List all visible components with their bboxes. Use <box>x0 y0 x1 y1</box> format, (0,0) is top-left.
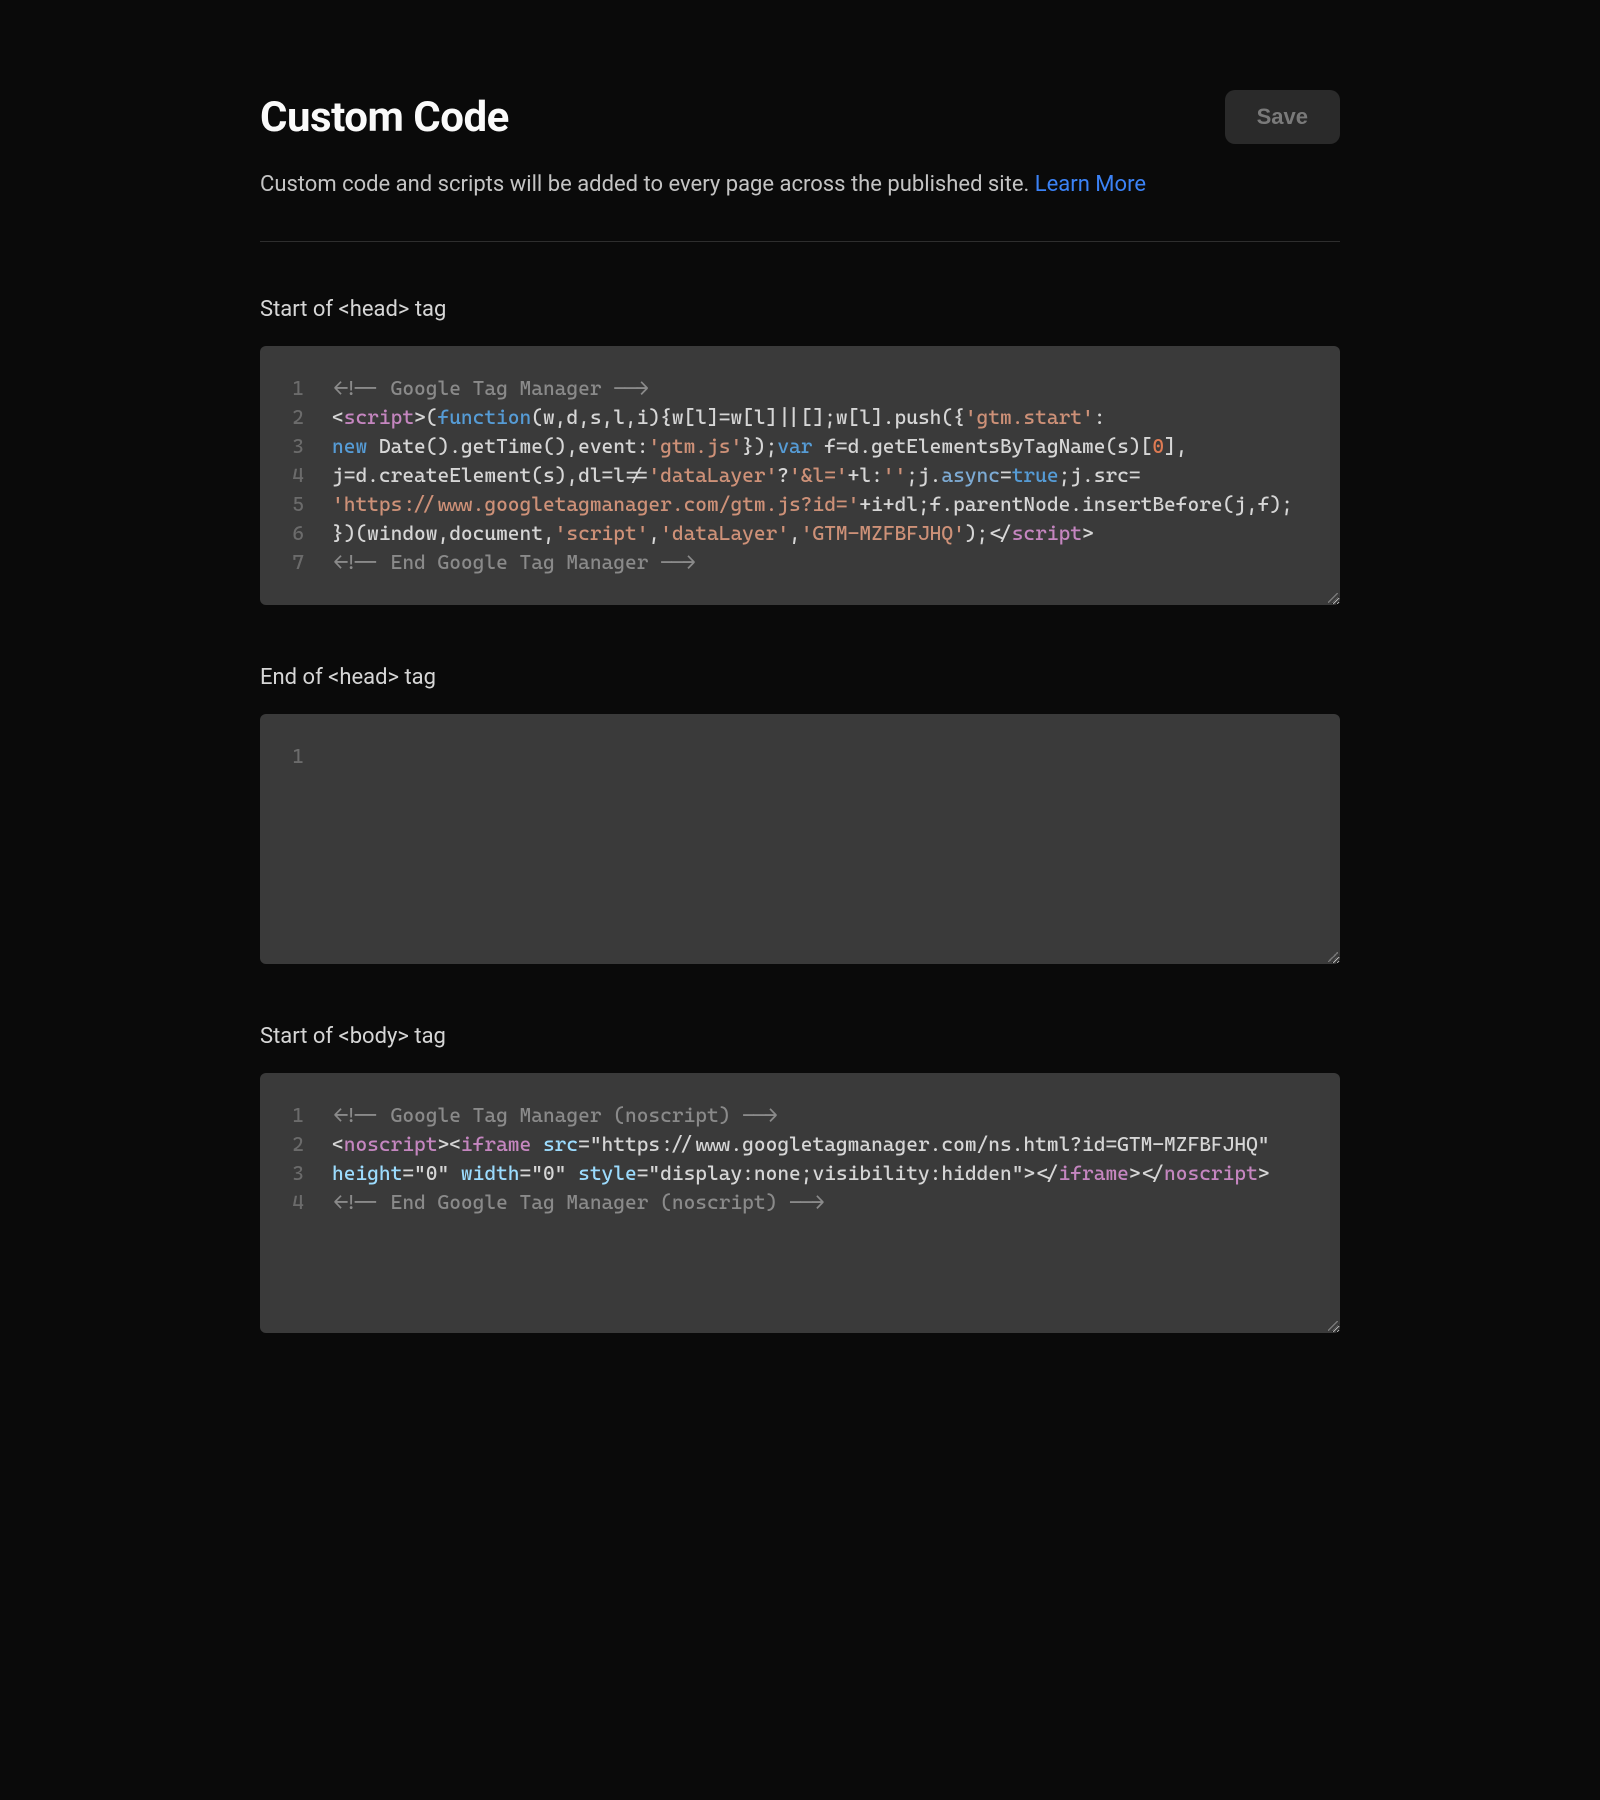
description-text: Custom code and scripts will be added to… <box>260 172 1035 197</box>
line-number: 3 <box>260 432 332 461</box>
line-content: <!-- Google Tag Manager --> <box>332 374 1314 403</box>
line-number: 1 <box>260 1101 332 1130</box>
code-line: 3new Date().getTime(),event:'gtm.js'});v… <box>260 432 1314 461</box>
page-title: Custom Code <box>260 93 509 142</box>
line-number: 6 <box>260 519 332 548</box>
save-button[interactable]: Save <box>1225 90 1340 144</box>
code-editor-body-start[interactable]: 1<!-- Google Tag Manager (noscript) -->2… <box>260 1073 1340 1333</box>
line-number: 4 <box>260 461 332 490</box>
code-line: 4j=d.createElement(s),dl=l!='dataLayer'?… <box>260 461 1314 490</box>
line-content: <!-- End Google Tag Manager --> <box>332 548 1314 577</box>
section-label-body-start: Start of <body> tag <box>260 1024 1340 1049</box>
section-divider <box>260 241 1340 242</box>
line-content: <script>(function(w,d,s,l,i){w[l]=w[l]||… <box>332 403 1314 432</box>
code-line: 4<!-- End Google Tag Manager (noscript) … <box>260 1188 1314 1217</box>
code-line: 7<!-- End Google Tag Manager --> <box>260 548 1314 577</box>
line-content: <noscript><iframe src="https://www.googl… <box>332 1130 1314 1159</box>
line-number: 4 <box>260 1188 332 1217</box>
code-line: 1<!-- Google Tag Manager --> <box>260 374 1314 403</box>
page-description: Custom code and scripts will be added to… <box>260 168 1340 201</box>
code-editor-head-end[interactable]: 1 <box>260 714 1340 964</box>
code-editor-head-start[interactable]: 1<!-- Google Tag Manager -->2<script>(fu… <box>260 346 1340 605</box>
line-content: new Date().getTime(),event:'gtm.js'});va… <box>332 432 1314 461</box>
line-content: height="0" width="0" style="display:none… <box>332 1159 1314 1188</box>
section-label-head-start: Start of <head> tag <box>260 297 1340 322</box>
line-content: })(window,document,'script','dataLayer',… <box>332 519 1314 548</box>
line-content: 'https://www.googletagmanager.com/gtm.js… <box>332 490 1314 519</box>
code-line: 2<noscript><iframe src="https://www.goog… <box>260 1130 1314 1159</box>
line-number: 2 <box>260 403 332 432</box>
line-content: <!-- End Google Tag Manager (noscript) -… <box>332 1188 1314 1217</box>
line-number: 1 <box>260 374 332 403</box>
line-content: j=d.createElement(s),dl=l!='dataLayer'?'… <box>332 461 1314 490</box>
learn-more-link[interactable]: Learn More <box>1035 172 1146 197</box>
code-line: 5'https://www.googletagmanager.com/gtm.j… <box>260 490 1314 519</box>
section-label-head-end: End of <head> tag <box>260 665 1340 690</box>
code-line: 1 <box>260 742 1314 771</box>
line-number: 7 <box>260 548 332 577</box>
code-line: 6})(window,document,'script','dataLayer'… <box>260 519 1314 548</box>
line-content: <!-- Google Tag Manager (noscript) --> <box>332 1101 1314 1130</box>
line-number: 2 <box>260 1130 332 1159</box>
code-line: 3height="0" width="0" style="display:non… <box>260 1159 1314 1188</box>
line-number: 1 <box>260 742 332 771</box>
code-line: 2<script>(function(w,d,s,l,i){w[l]=w[l]|… <box>260 403 1314 432</box>
line-number: 3 <box>260 1159 332 1188</box>
code-line: 1<!-- Google Tag Manager (noscript) --> <box>260 1101 1314 1130</box>
line-number: 5 <box>260 490 332 519</box>
